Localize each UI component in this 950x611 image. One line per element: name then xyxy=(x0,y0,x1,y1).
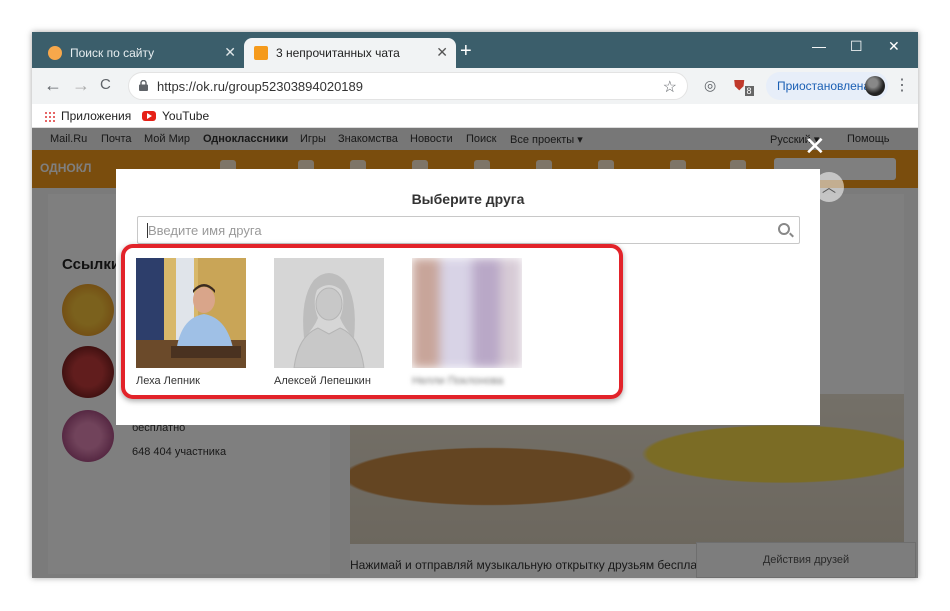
maximize-icon[interactable]: ☐ xyxy=(850,38,863,55)
friend-card[interactable]: Алексей Лепешкин xyxy=(274,258,384,387)
ublock-extension-icon[interactable]: ⛊ 8 xyxy=(734,77,754,96)
forward-button[interactable]: → xyxy=(72,76,90,94)
friend-search-input[interactable]: Введите имя друга xyxy=(137,216,800,244)
minimize-icon[interactable]: — xyxy=(812,38,826,54)
paused-label: Приостановлена xyxy=(777,79,871,93)
close-tab-icon[interactable]: ✕ xyxy=(436,45,448,59)
globe-extension-icon[interactable]: ◎ xyxy=(704,77,716,94)
bookmark-apps[interactable]: Приложения xyxy=(44,109,131,123)
url-text: https://ok.ru/group52303894020189 xyxy=(157,78,364,94)
friend-photo[interactable] xyxy=(412,258,522,368)
youtube-icon xyxy=(142,111,156,121)
reload-button[interactable]: C xyxy=(100,76,111,94)
tab-title: Поиск по сайту xyxy=(70,46,155,60)
tab-chats[interactable]: 3 непрочитанных чата ✕ xyxy=(244,38,456,68)
search-placeholder: Введите имя друга xyxy=(148,222,262,238)
bookmark-label: YouTube xyxy=(162,109,210,123)
friend-card[interactable]: Леха Лепник xyxy=(136,258,246,387)
profile-paused-button[interactable]: Приостановлена xyxy=(766,72,888,100)
new-tab-button[interactable]: + xyxy=(460,41,472,61)
avatar xyxy=(865,76,885,96)
back-button[interactable]: ← xyxy=(44,76,62,94)
browser-toolbar: ← → C https://ok.ru/group52303894020189 … xyxy=(32,68,918,104)
default-female-silhouette-icon xyxy=(274,258,384,368)
search-icon[interactable] xyxy=(778,223,790,235)
address-bar[interactable]: https://ok.ru/group52303894020189 ☆ xyxy=(128,72,688,100)
menu-kebab-icon[interactable]: ⋮ xyxy=(894,75,910,95)
friend-name[interactable]: Алексей Лепешкин xyxy=(274,375,384,387)
friend-name[interactable]: Нелли Поклонова xyxy=(412,375,522,387)
friend-name[interactable]: Леха Лепник xyxy=(136,375,246,387)
close-tab-icon[interactable]: ✕ xyxy=(224,45,236,59)
tab-title: 3 непрочитанных чата xyxy=(276,46,400,60)
bookmarks-bar: Приложения YouTube xyxy=(32,104,918,128)
close-icon[interactable]: ✕ xyxy=(804,133,826,159)
apps-grid-icon xyxy=(44,110,55,122)
friend-photo[interactable] xyxy=(136,258,246,368)
tab-search[interactable]: Поиск по сайту ✕ xyxy=(38,38,244,68)
envelope-icon xyxy=(254,46,268,60)
bookmark-label: Приложения xyxy=(61,109,132,123)
extension-badge: 8 xyxy=(744,85,754,96)
bookmark-youtube[interactable]: YouTube xyxy=(142,109,209,123)
blurred-photo xyxy=(412,258,522,368)
choose-friend-dialog: Выберите друга Введите имя друга Леха Ле… xyxy=(116,169,820,425)
text-caret xyxy=(147,223,148,238)
friend-photo[interactable] xyxy=(274,258,384,368)
tab-strip: Поиск по сайту ✕ 3 непрочитанных чата ✕ … xyxy=(32,32,918,68)
close-window-icon[interactable]: ✕ xyxy=(888,38,900,55)
bookmark-star-icon[interactable]: ☆ xyxy=(663,77,677,97)
man-in-office-photo xyxy=(136,258,246,368)
dialog-title: Выберите друга xyxy=(411,191,525,207)
ok-favicon-icon xyxy=(48,46,62,60)
lock-icon xyxy=(139,80,148,91)
friend-card[interactable]: Нелли Поклонова xyxy=(412,258,522,387)
